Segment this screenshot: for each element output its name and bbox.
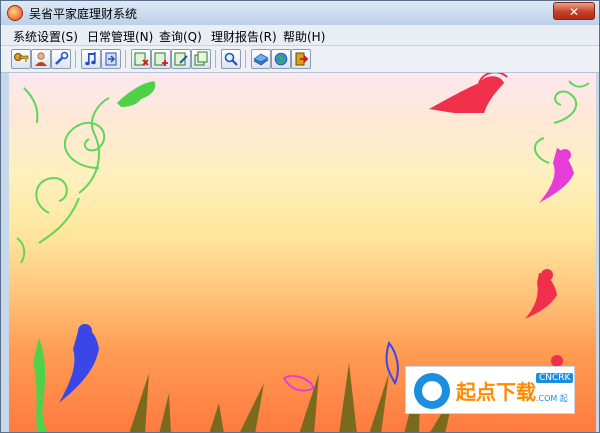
left-border: [1, 73, 9, 432]
ledger-add-button[interactable]: [151, 49, 171, 69]
ledger-edit-icon: [174, 52, 188, 66]
login-button[interactable]: [101, 49, 121, 69]
user-button[interactable]: [31, 49, 51, 69]
menu-system-settings[interactable]: 系统设置(S): [13, 28, 78, 45]
menu-bar: 系统设置(S) 日常管理(N) 查询(Q) 理财报告(R) 帮助(H): [1, 25, 599, 46]
watermark-text: 起点下载: [456, 380, 536, 404]
ledger-edit-button[interactable]: [171, 49, 191, 69]
toolbar-separator: [245, 50, 246, 68]
ledger-add-icon: [154, 52, 168, 66]
app-icon[interactable]: [7, 5, 23, 21]
key-button[interactable]: [11, 49, 31, 69]
key-icon: [14, 53, 29, 62]
ledger-delete-button[interactable]: [131, 49, 151, 69]
login-icon: [105, 52, 117, 66]
globe-icon: [274, 52, 288, 66]
search-button[interactable]: [221, 49, 241, 69]
menu-help[interactable]: 帮助(H): [283, 28, 325, 45]
exit-icon: [295, 52, 309, 66]
music-note-button[interactable]: [81, 49, 101, 69]
watermark-subtext: .COM 起: [536, 394, 568, 403]
close-button[interactable]: ✕: [553, 2, 595, 20]
menu-finance-report[interactable]: 理财报告(R): [211, 28, 277, 45]
books-icon: [253, 53, 269, 66]
ledger-delete-icon: [134, 52, 149, 66]
music-note-icon: [85, 52, 96, 66]
copy-button[interactable]: [191, 49, 211, 69]
toolbar-separator: [215, 50, 216, 68]
wrench-icon: [55, 51, 69, 65]
toolbar-separator: [125, 50, 126, 68]
watermark-logo-icon: [414, 373, 450, 409]
search-icon: [224, 52, 238, 66]
globe-button[interactable]: [271, 49, 291, 69]
exit-button[interactable]: [291, 49, 311, 69]
watermark-badge: CNCRK: [536, 373, 574, 383]
wrench-button[interactable]: [51, 49, 71, 69]
copy-icon: [194, 51, 208, 66]
menu-daily-management[interactable]: 日常管理(N): [87, 28, 153, 45]
user-icon: [35, 52, 47, 66]
site-watermark: 起点下载 CNCRK .COM 起: [405, 366, 575, 414]
window-title: 吴省平家庭理财系统: [29, 7, 138, 21]
books-button[interactable]: [251, 49, 271, 69]
title-bar[interactable]: 吴省平家庭理财系统 ✕: [1, 1, 599, 26]
menu-query[interactable]: 查询(Q): [159, 28, 202, 45]
app-window: 吴省平家庭理财系统 ✕ 系统设置(S) 日常管理(N) 查询(Q) 理财报告(R…: [0, 0, 600, 433]
toolbar-separator: [75, 50, 76, 68]
toolbar: [1, 46, 599, 73]
